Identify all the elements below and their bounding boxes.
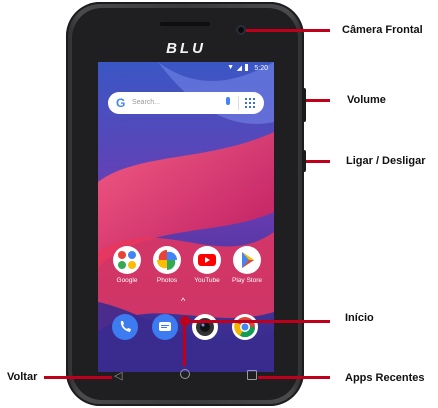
search-placeholder: Search... (132, 99, 161, 106)
google-g-icon: G (116, 96, 126, 110)
volume-button (302, 88, 306, 122)
lens-grid-icon[interactable] (244, 97, 255, 108)
callout-label-back: Voltar (7, 371, 38, 383)
youtube-icon[interactable] (193, 246, 221, 274)
home-key-icon[interactable] (180, 369, 190, 379)
callout-line-back (44, 376, 112, 379)
app-label-youtube: YouTube (194, 277, 220, 284)
mic-icon[interactable] (226, 97, 230, 105)
callout-line-volume (306, 99, 330, 102)
google-search-bar[interactable]: G Search... (108, 92, 264, 114)
callout-label-recent: Apps Recentes (345, 372, 425, 384)
callout-label-camera: Câmera Frontal (342, 24, 423, 36)
photos-icon[interactable] (153, 246, 181, 274)
callout-line-power (306, 160, 330, 163)
brand-logo: BLU (166, 40, 206, 57)
status-time: 5:20 (254, 65, 268, 72)
callout-label-power: Ligar / Desligar (346, 155, 426, 167)
app-label-google: Google (116, 277, 138, 284)
messages-icon[interactable] (152, 314, 178, 340)
recent-apps-key-icon[interactable] (247, 370, 257, 380)
back-key-icon[interactable]: ◁ (114, 369, 122, 382)
battery-icon (245, 64, 248, 71)
app-drawer-caret-icon[interactable]: ^ (181, 296, 185, 306)
callout-line-home (188, 320, 330, 323)
camera-app-icon[interactable] (192, 314, 218, 340)
status-bar: ▼ ◢ 5:20 (98, 62, 274, 76)
callout-line-camera (246, 29, 330, 32)
play-store-icon[interactable] (233, 246, 261, 274)
wifi-icon: ▼ (227, 64, 234, 71)
google-folder-icon[interactable] (113, 246, 141, 274)
front-camera-icon (236, 25, 246, 35)
app-label-play-store: Play Store (232, 277, 262, 284)
callout-label-home: Início (345, 312, 374, 324)
app-label-photos: Photos (156, 277, 178, 284)
callout-line-home-vertical (183, 324, 186, 366)
callout-label-volume: Volume (347, 94, 386, 106)
search-divider (238, 96, 239, 110)
callout-line-recent (258, 376, 330, 379)
phone-dialer-icon[interactable] (112, 314, 138, 340)
earpiece (160, 22, 210, 26)
signal-icon: ◢ (236, 65, 242, 72)
chrome-icon[interactable] (232, 314, 258, 340)
